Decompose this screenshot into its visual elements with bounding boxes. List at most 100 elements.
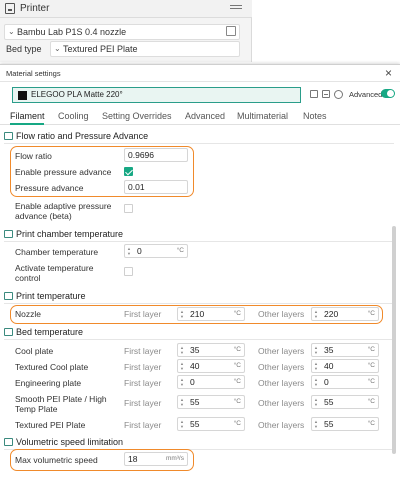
spin-arrows-icon[interactable]: ▲ ▼ [180,309,185,319]
adaptive-pa-checkbox[interactable] [124,204,133,213]
nozzle-label: Nozzle [15,309,41,319]
speed-icon [4,438,13,446]
bed-other-layers-value: 55 [324,397,334,407]
bed-first-layer-input[interactable]: ▲ ▼ 35 °C [177,343,245,357]
spin-arrows-icon[interactable]: ▲ ▼ [127,246,132,256]
tab-notes[interactable]: Notes [303,111,327,121]
bed-other-layers-input[interactable]: ▲ ▼ 35 °C [311,343,379,357]
thermometer-icon [4,292,13,300]
pressure-advance-input[interactable]: 0.01 [124,180,188,194]
flow-ratio-label: Flow ratio [15,151,52,161]
nozzle-other-layers-input[interactable]: ▲ ▼ 220 °C [311,307,379,321]
first-layer-label: First layer [124,309,162,319]
bed-other-layers-input[interactable]: ▲ ▼ 40 °C [311,359,379,373]
dialog-title: Material settings [6,69,61,78]
tab-setting-overrides[interactable]: Setting Overrides [102,111,172,121]
advanced-toggle[interactable] [381,89,395,98]
unit-label: mm³/s [165,455,184,462]
other-layers-label: Other layers [258,362,305,372]
bed-type-label: Bed type [6,44,42,54]
filament-preset-select[interactable]: ELEGOO PLA Matte 220° [12,87,301,103]
section-flow-ratio: Flow ratio and Pressure Advance [4,131,396,144]
unit-label: °C [176,247,184,254]
sliders-icon[interactable] [230,3,242,13]
scrollbar[interactable] [392,226,396,454]
bed-row-label: Textured Cool plate [15,362,89,372]
unit-label: °C [233,378,241,385]
other-layers-label: Other layers [258,398,305,408]
unit-label: °C [367,346,375,353]
nozzle-other-layers-value: 220 [324,309,339,319]
bed-first-layer-input[interactable]: ▲ ▼ 40 °C [177,359,245,373]
bed-type-value: Textured PEI Plate [63,44,138,54]
spin-arrows-icon[interactable]: ▲ ▼ [180,377,185,387]
tab-cooling[interactable]: Cooling [58,111,89,121]
spin-arrows-icon[interactable]: ▲ ▼ [180,361,185,371]
bed-other-layers-input[interactable]: ▲ ▼ 55 °C [311,395,379,409]
activate-temperature-label-line2: control [15,273,41,283]
flow-ratio-input[interactable]: 0.9696 [124,148,188,162]
section-volumetric-speed: Volumetric speed limitation [4,437,396,450]
divider [4,241,394,242]
unit-label: °C [367,420,375,427]
printer-preset-select[interactable]: ⌄ Bambu Lab P1S 0.4 nozzle [4,24,240,40]
spin-arrows-icon[interactable]: ▲ ▼ [314,397,319,407]
section-title: Print temperature [16,291,86,301]
max-volumetric-speed-input[interactable]: 18 mm³/s [124,452,188,466]
preset-name: ELEGOO PLA Matte 220° [31,90,123,99]
first-layer-label: First layer [124,378,162,388]
spin-arrows-icon[interactable]: ▲ ▼ [314,345,319,355]
bed-first-layer-value: 40 [190,361,200,371]
tab-filament[interactable]: Filament [10,111,45,121]
tab-advanced[interactable]: Advanced [185,111,225,121]
chamber-temperature-input[interactable]: ▲ ▼ 0 °C [124,244,188,258]
bed-other-layers-input[interactable]: ▲ ▼ 55 °C [311,417,379,431]
tab-multimaterial[interactable]: Multimaterial [237,111,288,121]
close-icon[interactable]: × [385,66,392,80]
divider [4,339,394,340]
spin-arrows-icon[interactable]: ▲ ▼ [314,419,319,429]
printer-panel-title: Printer [20,3,50,14]
bed-other-layers-input[interactable]: ▲ ▼ 0 °C [311,375,379,389]
unit-label: °C [367,378,375,385]
spin-arrows-icon[interactable]: ▲ ▼ [180,345,185,355]
spin-arrows-icon[interactable]: ▲ ▼ [314,377,319,387]
bed-row-label: Textured PEI Plate [15,420,86,430]
chevron-down-icon: ⌄ [8,27,15,36]
unit-label: °C [233,346,241,353]
max-volumetric-speed-label: Max volumetric speed [15,455,98,465]
section-title: Print chamber temperature [16,229,124,239]
delete-preset-icon[interactable] [322,90,330,98]
divider [4,303,394,304]
adaptive-pa-label: Enable adaptive pressure [15,201,112,211]
bed-first-layer-input[interactable]: ▲ ▼ 55 °C [177,417,245,431]
section-bed-temperature: Bed temperature [4,327,396,340]
unit-label: °C [367,310,375,317]
edit-icon[interactable] [226,26,236,36]
flow-icon [4,132,13,140]
compare-icon[interactable] [334,90,343,99]
section-title: Volumetric speed limitation [16,437,124,447]
bed-type-select[interactable]: ⌄ Textured PEI Plate [50,41,240,57]
other-layers-label: Other layers [258,378,305,388]
enable-pressure-advance-checkbox[interactable] [124,167,133,176]
bed-other-layers-value: 40 [324,361,334,371]
activate-temperature-checkbox[interactable] [124,267,133,276]
bed-first-layer-input[interactable]: ▲ ▼ 0 °C [177,375,245,389]
save-icon[interactable] [310,90,318,98]
other-layers-label: Other layers [258,346,305,356]
spin-arrows-icon[interactable]: ▲ ▼ [314,361,319,371]
spin-arrows-icon[interactable]: ▲ ▼ [314,309,319,319]
material-settings-dialog: Material settings × ELEGOO PLA Matte 220… [0,64,400,483]
bed-first-layer-input[interactable]: ▲ ▼ 55 °C [177,395,245,409]
active-tab-indicator [10,123,44,125]
spin-arrows-icon[interactable]: ▲ ▼ [180,397,185,407]
unit-label: °C [233,420,241,427]
first-layer-label: First layer [124,398,162,408]
chamber-temperature-value: 0 [137,246,142,256]
nozzle-first-layer-input[interactable]: ▲ ▼ 210 °C [177,307,245,321]
spin-arrows-icon[interactable]: ▲ ▼ [180,419,185,429]
pressure-advance-label: Pressure advance [15,183,84,193]
bed-other-layers-value: 35 [324,345,334,355]
first-layer-label: First layer [124,362,162,372]
